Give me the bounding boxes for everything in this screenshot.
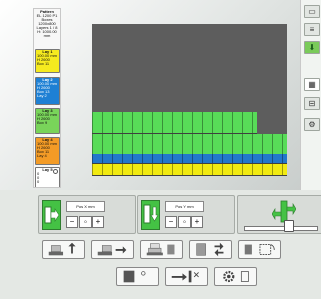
pallet-icon[interactable]: ▭: [304, 5, 320, 18]
position-x-value[interactable]: 0: [79, 216, 92, 228]
gear-button[interactable]: [214, 267, 257, 286]
pattern-info: Pattern EL 1200 P1 Boxes 1200x800 Layers…: [34, 9, 60, 38]
height-slider-handle[interactable]: [284, 220, 294, 232]
layer-card-line: Box 11: [37, 61, 50, 66]
stack-layer-green: [92, 112, 257, 134]
stack-layer-green: [92, 134, 287, 156]
settings-icon[interactable]: ⚙: [304, 118, 320, 131]
layer-card-2[interactable]: Lay 2 100.00 mm H 2600 Box 13 Lay 2: [35, 77, 60, 105]
right-sidebar: ▭ ≡ ⬇ ▦ ⊟ ⚙: [300, 0, 321, 190]
down-arrow-icon[interactable]: ⬇: [304, 41, 320, 54]
position-y-label: Pos Y mm: [165, 201, 204, 212]
stack-layer-yellow: [92, 164, 287, 176]
layer-card-line: Lay 2: [37, 93, 47, 98]
position-x-stepper[interactable]: − 0 +: [66, 216, 104, 228]
height-slider-track[interactable]: [244, 226, 318, 231]
stack-visualization[interactable]: [92, 24, 287, 176]
stack-button[interactable]: [140, 240, 183, 259]
grid-icon[interactable]: ▦: [304, 78, 320, 91]
position-x-panel: Pos X mm − 0 +: [38, 195, 136, 234]
layer-radio-icon[interactable]: [53, 169, 58, 174]
rotate-button[interactable]: [238, 240, 281, 259]
layer-card-line: Box 9: [37, 120, 48, 125]
layer-card-line: Lay 4: [37, 153, 47, 158]
minus-button[interactable]: −: [66, 216, 78, 228]
pattern-line: H: 1000.00 mm: [37, 29, 57, 38]
position-y-panel: Pos Y mm − 0 +: [137, 195, 235, 234]
arrow-down-icon: [141, 200, 160, 230]
layer-card-1[interactable]: Lay 1 100.00 mm H 2600 Box 11: [35, 49, 60, 73]
layer-list-panel: Pattern EL 1200 P1 Boxes 1200x800 Layers…: [33, 8, 61, 188]
layer-card-3[interactable]: Lay 3 100.00 mm H 2600 Box 9: [35, 108, 60, 134]
push-button[interactable]: [91, 240, 134, 259]
layers-icon[interactable]: ≡: [304, 23, 320, 36]
plus-button[interactable]: +: [92, 216, 104, 228]
plus-button[interactable]: +: [191, 216, 203, 228]
transfer-button[interactable]: [165, 267, 208, 286]
position-x-label: Pos X mm: [66, 201, 105, 212]
layer-card-line: 0: [37, 179, 40, 184]
layer-card-5[interactable]: Lay 5 0 0 0: [35, 167, 60, 187]
turn-button[interactable]: [189, 240, 232, 259]
position-y-value[interactable]: 0: [178, 216, 191, 228]
layer-card-4[interactable]: Lay 4 100.00 mm H 2600 Box 11 Lay 4: [35, 137, 60, 165]
save-icon[interactable]: ⊟: [304, 97, 320, 110]
height-adjust-panel: [237, 195, 321, 234]
lift-button[interactable]: [42, 240, 85, 259]
pallet-button[interactable]: [116, 267, 159, 286]
arrow-right-icon: [42, 200, 61, 230]
position-y-stepper[interactable]: − 0 +: [165, 216, 203, 228]
minus-button[interactable]: −: [165, 216, 177, 228]
stack-layer-blue: [92, 154, 287, 164]
